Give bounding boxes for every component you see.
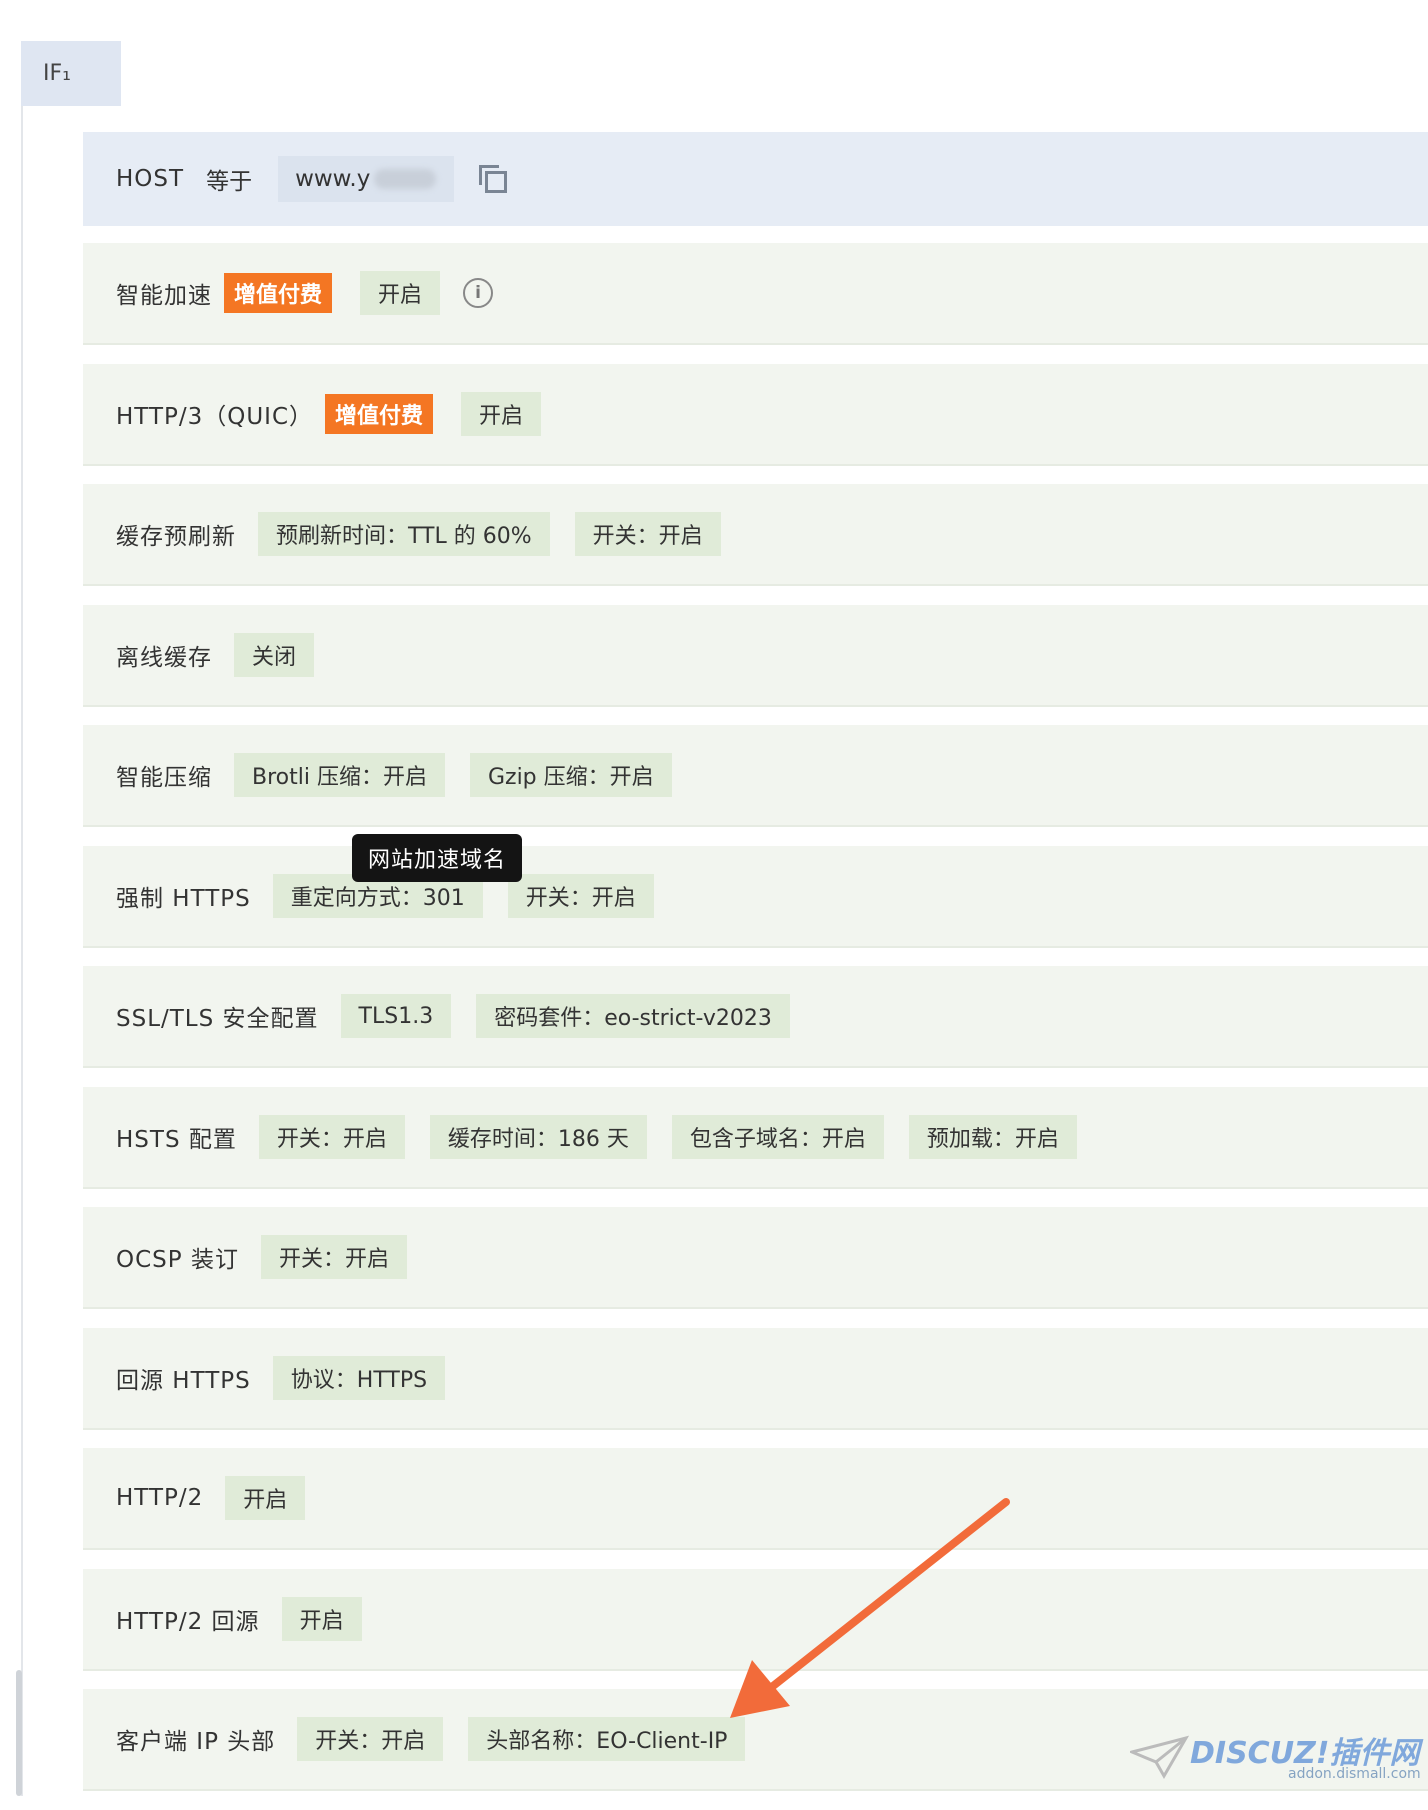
- watermark-url: addon.dismall.com: [1288, 1766, 1421, 1782]
- rule-row: 离线缓存 关闭: [83, 604, 1428, 707]
- rule-value-tag: 开关：开启: [507, 873, 654, 918]
- rule-value-tag: 预加载：开启: [908, 1114, 1077, 1159]
- watermark-logo: DISCUZ!插件网 addon.dismall.com: [1130, 1728, 1421, 1786]
- rule-value-tag: 开关：开启: [574, 512, 721, 556]
- info-icon[interactable]: i: [463, 278, 494, 308]
- rule-value-tag: Brotli 压缩：开启: [234, 753, 445, 797]
- rule-label: 缓存预刷新: [116, 524, 236, 550]
- rule-row: SSL/TLS 安全配置 TLS1.3 密码套件：eo-strict-v2023: [83, 966, 1428, 1068]
- rule-value-tag: 开关：开启: [258, 1114, 405, 1159]
- scrollbar[interactable]: [16, 1670, 22, 1796]
- host-label: HOST: [116, 166, 185, 192]
- rule-row: 缓存预刷新 预刷新时间：TTL 的 60% 开关：开启: [83, 484, 1428, 586]
- rule-value-tag: 协议：HTTPS: [272, 1355, 446, 1400]
- paid-badge: 增值付费: [325, 393, 434, 434]
- rule-row: 智能压缩 Brotli 压缩：开启 Gzip 压缩：开启: [83, 725, 1428, 827]
- rule-value-tag: 开启: [225, 1476, 306, 1520]
- host-condition-row: HOST 等于 www.y: [83, 132, 1428, 226]
- rule-list: HOST 等于 www.y 智能加速 增值付费 开启 i HTTP/3（QUIC） 增值付…: [83, 132, 1428, 1810]
- rule-label: HTTP/3（QUIC）: [116, 403, 314, 430]
- rule-value-tag: 开启: [281, 1596, 362, 1641]
- rule-value-tag: 包含子域名：开启: [671, 1114, 884, 1159]
- host-value-text: www.y: [295, 166, 371, 192]
- rule-value-tag: Gzip 压缩：开启: [469, 753, 672, 797]
- host-operator: 等于: [206, 169, 253, 195]
- rule-value-tag: 密码套件：eo-strict-v2023: [476, 994, 790, 1038]
- rule-label: 强制 HTTPS: [116, 885, 251, 912]
- tree-connector-line: [21, 106, 23, 1796]
- paper-plane-icon: [1130, 1735, 1190, 1780]
- paid-badge: 增值付费: [224, 273, 333, 313]
- rule-label: OCSP 装订: [116, 1247, 239, 1273]
- rule-row: HTTP/2 开启: [83, 1448, 1428, 1550]
- host-value-field: www.y: [278, 156, 455, 202]
- rule-label: HTTP/2 回源: [116, 1608, 260, 1635]
- rule-row: 智能加速 增值付费 开启 i: [83, 243, 1428, 345]
- rule-value-tag: 关闭: [234, 632, 315, 677]
- rule-label: 智能压缩: [116, 765, 212, 791]
- rule-label: HSTS 配置: [116, 1126, 237, 1153]
- rule-value-tag: 开关：开启: [260, 1235, 407, 1279]
- rule-value-tag: 开启: [360, 271, 441, 315]
- copy-icon[interactable]: [479, 165, 508, 193]
- rule-row: HTTP/3（QUIC） 增值付费 开启: [83, 363, 1428, 466]
- rule-label: HTTP/2: [116, 1485, 204, 1511]
- rule-row: HSTS 配置 开关：开启 缓存时间：186 天包含子域名：开启 预加载：开启: [83, 1086, 1428, 1189]
- rule-label: SSL/TLS 安全配置: [116, 1006, 319, 1032]
- tooltip: 网站加速域名: [352, 834, 523, 882]
- rule-label: 回源 HTTPS: [116, 1367, 251, 1394]
- blurred-domain: [374, 169, 437, 189]
- rule-value-tag: 开启: [461, 391, 542, 436]
- rule-row: HTTP/2 回源 开启: [83, 1568, 1428, 1671]
- rule-value-tag: 头部名称：EO-Client-IP: [468, 1717, 746, 1761]
- rule-row: 强制 HTTPS 重定向方式：301 开关：开启: [83, 845, 1428, 948]
- rule-row: OCSP 装订 开关：开启: [83, 1207, 1428, 1309]
- rule-label: 离线缓存: [116, 644, 212, 671]
- rule-value-tag: 开关：开启: [297, 1717, 444, 1761]
- rule-value-tag: 缓存时间：186 天: [429, 1114, 647, 1159]
- rule-label: 智能加速: [116, 283, 212, 309]
- if-condition-badge: IF₁: [21, 41, 121, 106]
- rule-label: 客户端 IP 头部: [116, 1729, 276, 1755]
- rule-row: 回源 HTTPS 协议：HTTPS: [83, 1327, 1428, 1430]
- rule-value-tag: TLS1.3: [340, 994, 452, 1038]
- rule-value-tag: 预刷新时间：TTL 的 60%: [258, 512, 550, 556]
